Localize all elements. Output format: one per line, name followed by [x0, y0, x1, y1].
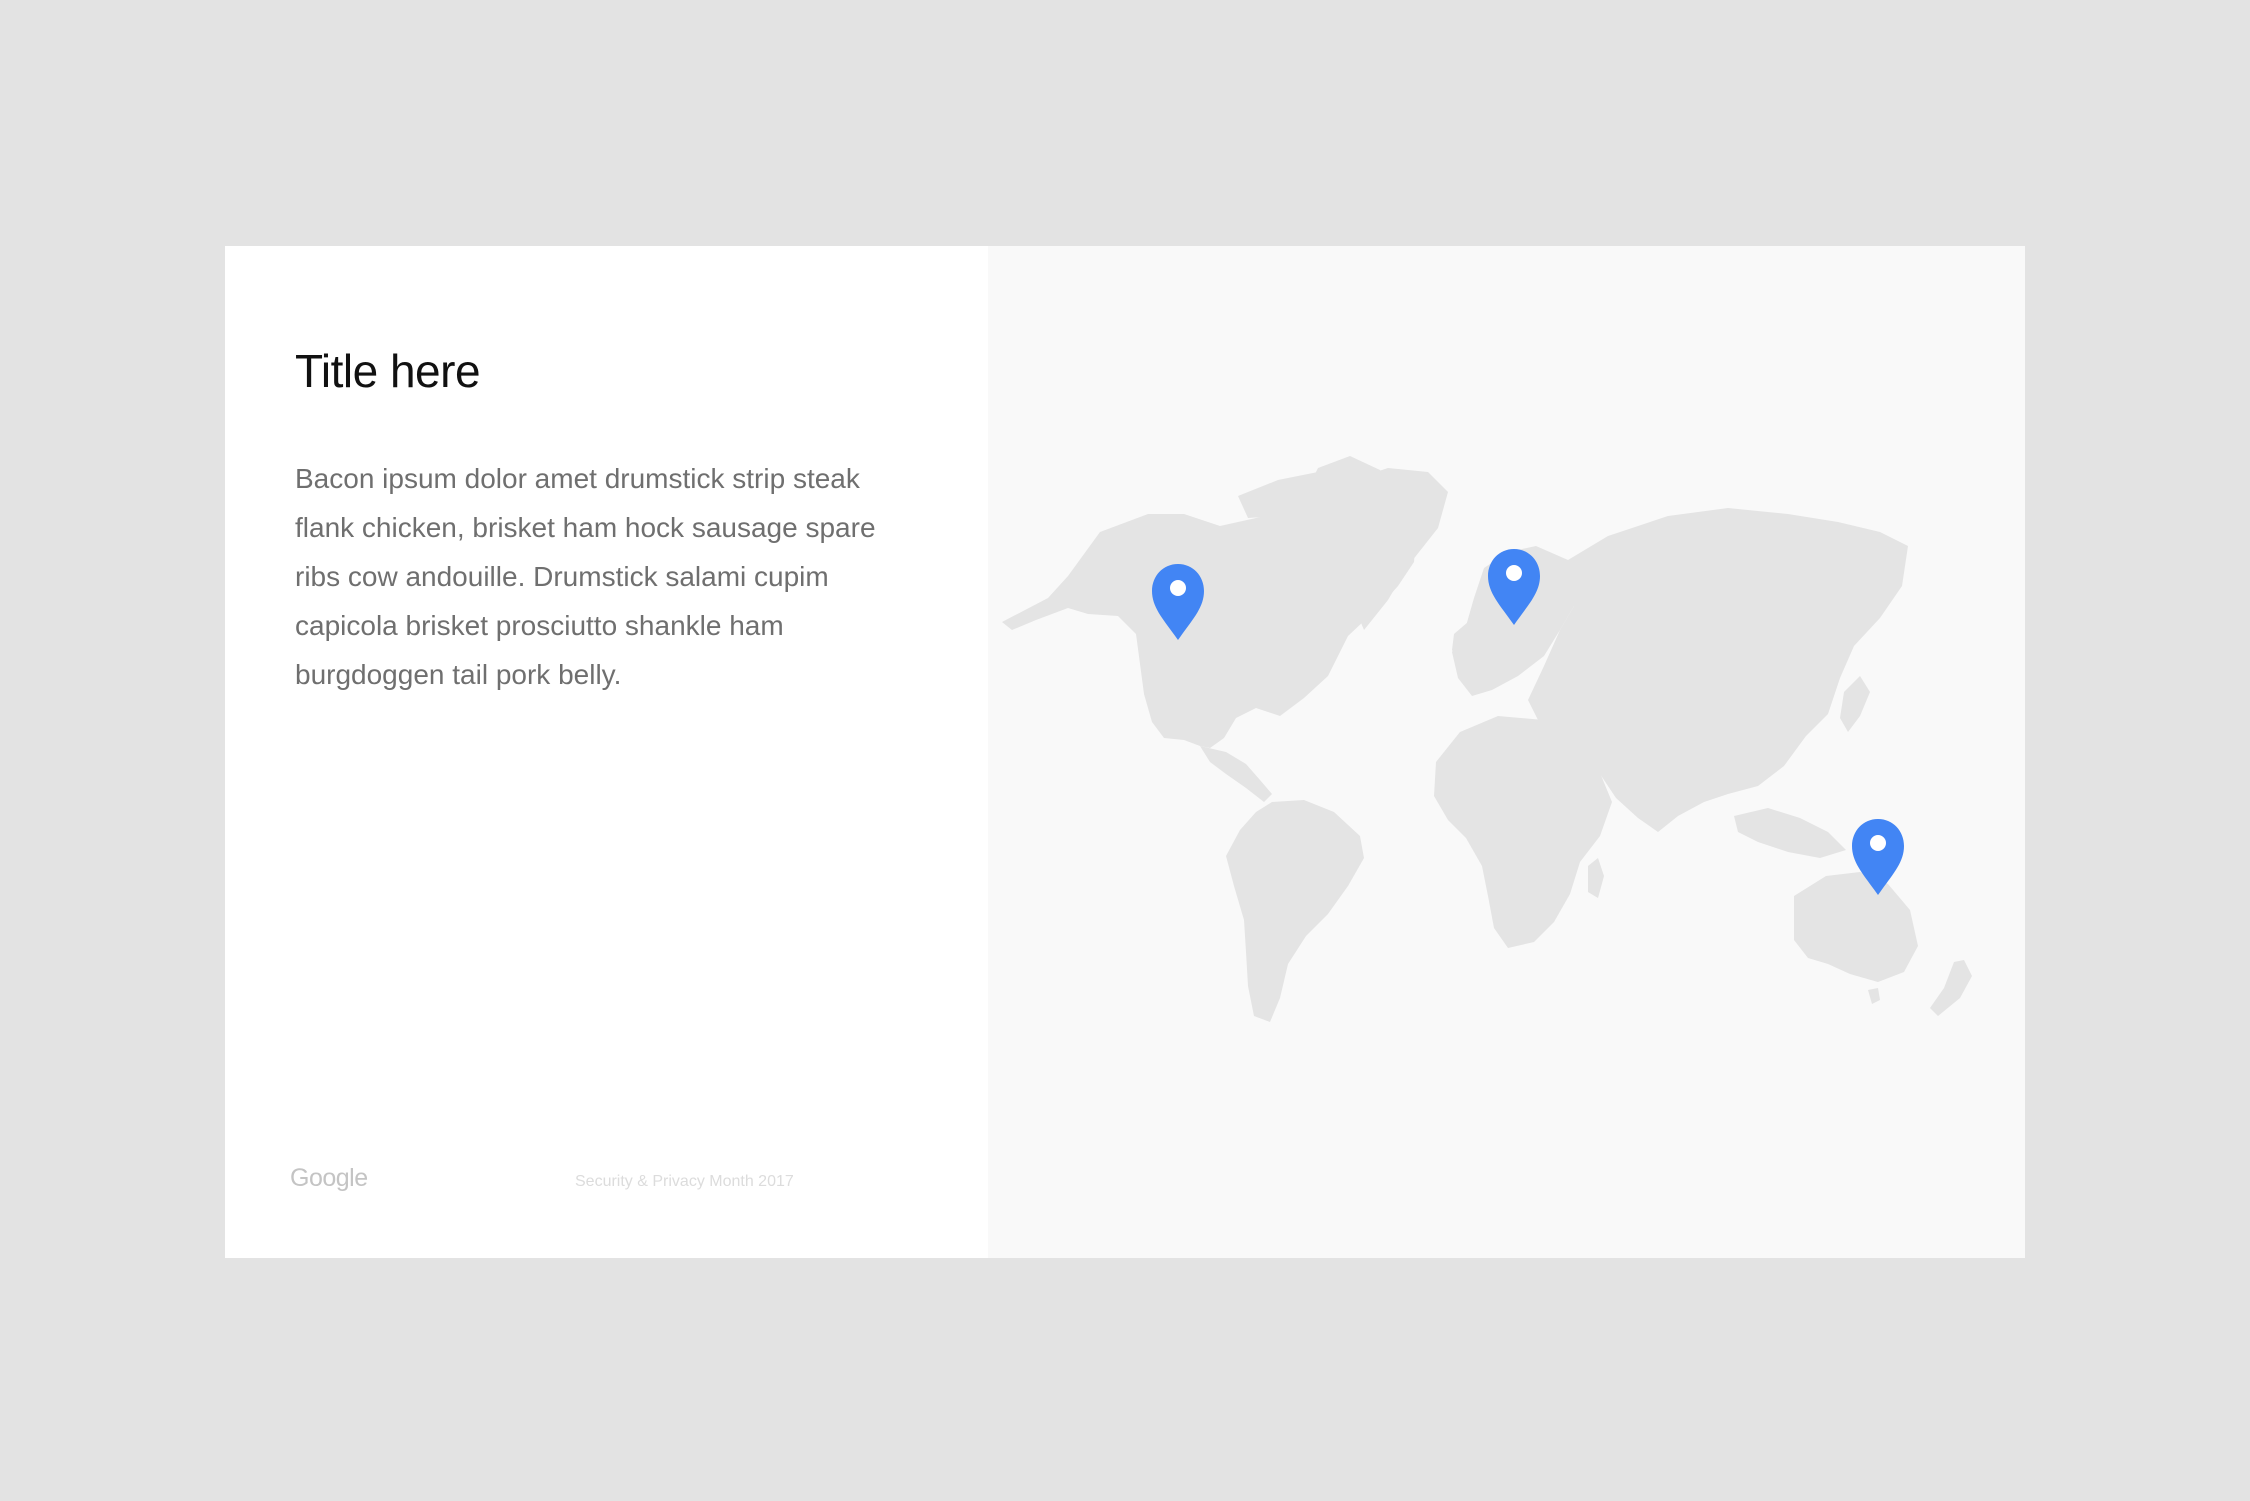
map-panel [988, 246, 2025, 1258]
slide: Title here Bacon ipsum dolor amet drumst… [225, 246, 2025, 1258]
island-japan [1840, 676, 1870, 732]
island-new-zealand [1930, 960, 1972, 1016]
text-panel: Title here Bacon ipsum dolor amet drumst… [225, 246, 988, 1258]
google-logo: Google [290, 1164, 368, 1192]
footer-caption: Security & Privacy Month 2017 [575, 1173, 794, 1190]
slide-body-text: Bacon ipsum dolor amet drumstick strip s… [295, 463, 876, 690]
map-pin-center-dot [1506, 565, 1522, 581]
continent-central-america [1200, 746, 1272, 802]
islands-southeast-asia [1734, 808, 1846, 858]
island-madagascar [1588, 858, 1604, 898]
world-map [1002, 456, 1972, 1022]
slide-title: Title here [295, 345, 481, 397]
map-pin-center-dot [1870, 835, 1886, 851]
world-map-land [1002, 456, 1972, 1022]
continent-australia [1794, 872, 1918, 982]
map-pin-center-dot [1170, 580, 1186, 596]
island-tasmania [1868, 988, 1880, 1004]
continent-south-america [1226, 800, 1364, 1022]
